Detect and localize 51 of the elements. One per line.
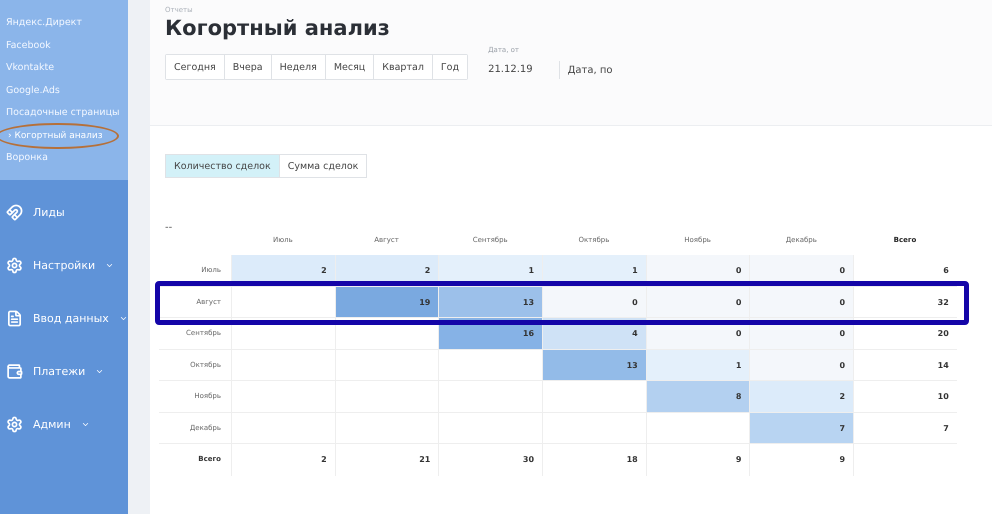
menu-item[interactable]: Админ: [0, 398, 128, 451]
metric-tab[interactable]: Количество сделок: [165, 154, 280, 178]
menu-item[interactable]: Лиды: [0, 186, 128, 239]
total-cell: 2: [231, 444, 335, 476]
table-cell: 0: [749, 350, 854, 381]
page-title: Когортный анализ: [165, 16, 391, 40]
total-cell: 10: [853, 381, 957, 412]
sidebar-item[interactable]: Воронка: [6, 147, 52, 170]
menu-item[interactable]: Платежи: [0, 345, 128, 398]
total-cell: 32: [853, 286, 957, 318]
total-cell: 30: [438, 444, 542, 476]
document-icon: [6, 310, 23, 327]
table-cell: 13: [542, 350, 646, 381]
table-cell: 2: [749, 381, 854, 412]
table-cell: 8: [646, 381, 750, 412]
chevron-down-icon: [118, 314, 128, 323]
wallet-icon: [6, 363, 23, 380]
metric-tab[interactable]: Сумма сделок: [278, 154, 368, 178]
period-button[interactable]: Сегодня: [166, 55, 225, 79]
total-cell: 6: [853, 255, 957, 286]
sidebar-item[interactable]: Посадочные страницы: [6, 102, 124, 124]
chevron-down-icon: [80, 420, 90, 429]
gear-icon: [6, 257, 23, 274]
sidebar-item[interactable]: Google.Ads: [6, 80, 64, 102]
menu-item[interactable]: Настройки: [0, 239, 128, 292]
total-cell: 7: [853, 412, 957, 444]
sidebar-item[interactable]: Facebook: [6, 34, 55, 57]
total-cell: 18: [542, 444, 646, 476]
date-field[interactable]: 21.12.19: [488, 60, 533, 80]
table-cell: 13: [438, 286, 542, 318]
total-cell: 9: [646, 444, 750, 476]
chevron-down-icon: [95, 367, 104, 376]
total-cell: 14: [853, 350, 957, 381]
table-cell: 0: [646, 286, 750, 318]
table-cell: 0: [542, 286, 646, 318]
sidebar-item[interactable]: Яндекс.Директ: [6, 12, 86, 34]
date-field[interactable]: Дата, по: [558, 61, 649, 79]
table-cell: 19: [334, 286, 438, 318]
table-cell: 0: [749, 286, 854, 318]
magnet-icon: [6, 204, 23, 221]
circled-sidebar-item[interactable]: › Когортный анализ: [0, 122, 119, 149]
table-cell: 7: [749, 412, 854, 444]
gear-icon: [6, 416, 23, 433]
corner-label: --: [165, 222, 172, 233]
table-cell: 1: [646, 350, 750, 381]
menu-item[interactable]: Ввод данных: [0, 292, 128, 345]
total-cell: 21: [334, 444, 438, 476]
chevron-down-icon: [105, 261, 114, 270]
sidebar-item[interactable]: Vkontakte: [6, 57, 58, 80]
total-cell: 9: [749, 444, 854, 476]
total-cell: 20: [853, 318, 957, 350]
